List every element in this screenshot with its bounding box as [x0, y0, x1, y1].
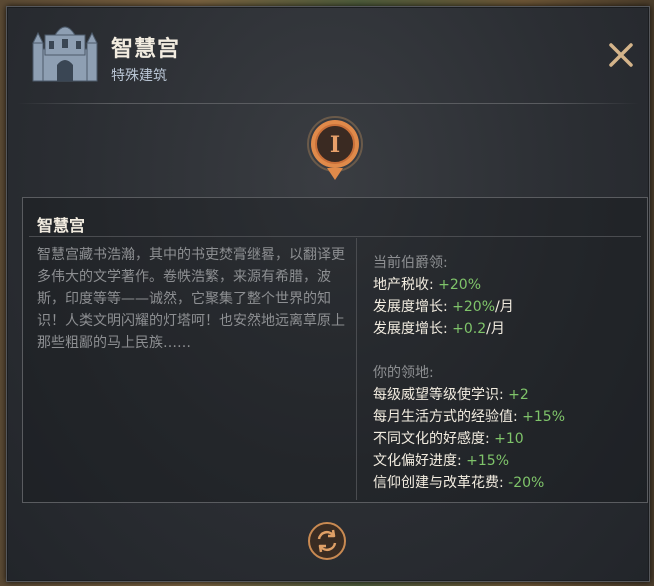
effects-panel: 当前伯爵领: 地产税收: +20% 发展度增长: +20%/月 发展度增长: +…: [373, 252, 633, 494]
effect-value: +10: [494, 431, 524, 447]
realm-effect-row: 不同文化的好感度: +10: [373, 428, 633, 450]
effect-label: 信仰创建与改革花费:: [373, 475, 509, 491]
effect-label: 发展度增长:: [373, 321, 453, 337]
column-divider: [356, 238, 357, 500]
close-icon: [609, 43, 633, 67]
realm-effects-heading: 你的领地:: [373, 365, 434, 381]
effect-label: 地产税收:: [373, 277, 439, 293]
cycle-arrows-icon: [308, 522, 346, 560]
effect-suffix: /月: [495, 299, 514, 315]
effect-value: +0.2: [452, 321, 487, 337]
effect-value: +15%: [466, 453, 510, 469]
county-effect-row: 地产税收: +20%: [373, 274, 633, 296]
header-divider: [17, 103, 639, 104]
effect-value: +20%: [452, 299, 496, 315]
building-description: 智慧宫藏书浩瀚，其中的书吏焚膏继晷，以翻译更多伟大的文学著作。卷帙浩繁，来源有希…: [37, 247, 345, 351]
county-effect-row: 发展度增长: +20%/月: [373, 296, 633, 318]
effect-label: 每月生活方式的经验值:: [373, 409, 523, 425]
effect-suffix: /月: [486, 321, 505, 337]
county-effects-heading: 当前伯爵领:: [373, 255, 448, 271]
effect-value: +2: [508, 387, 529, 403]
building-title: 智慧宫: [111, 37, 181, 62]
effect-label: 发展度增长:: [373, 299, 453, 315]
effect-label: 文化偏好进度:: [373, 453, 467, 469]
realm-effect-row: 每月生活方式的经验值: +15%: [373, 406, 633, 428]
building-type: 特殊建筑: [111, 68, 167, 84]
effect-value: +20%: [438, 277, 482, 293]
effect-label: 每级威望等级使学识:: [373, 387, 509, 403]
effect-label: 不同文化的好感度:: [373, 431, 495, 447]
tier-badge: I: [303, 116, 367, 182]
realm-effect-row: 信仰创建与改革花费: -20%: [373, 472, 633, 494]
building-panel: 智慧宫 特殊建筑 I 智慧宫 智慧宫藏书浩瀚，其中的书吏焚膏继晷，以翻译更多伟大…: [6, 6, 650, 582]
info-title-rule: [29, 236, 641, 237]
realm-effect-row: 文化偏好进度: +15%: [373, 450, 633, 472]
effect-value: -20%: [508, 475, 545, 491]
info-box: 智慧宫 智慧宫藏书浩瀚，其中的书吏焚膏继晷，以翻译更多伟大的文学著作。卷帙浩繁，…: [22, 197, 648, 503]
effect-value: +15%: [522, 409, 566, 425]
tier-medallion-icon: I: [307, 116, 363, 180]
cycle-view-button[interactable]: [307, 521, 347, 561]
info-title: 智慧宫: [37, 216, 86, 235]
county-effect-row: 发展度增长: +0.2/月: [373, 318, 633, 340]
palace-building-icon: [31, 19, 99, 85]
tier-numeral: I: [330, 132, 340, 158]
realm-effect-row: 每级威望等级使学识: +2: [373, 384, 633, 406]
close-button[interactable]: [607, 41, 635, 69]
